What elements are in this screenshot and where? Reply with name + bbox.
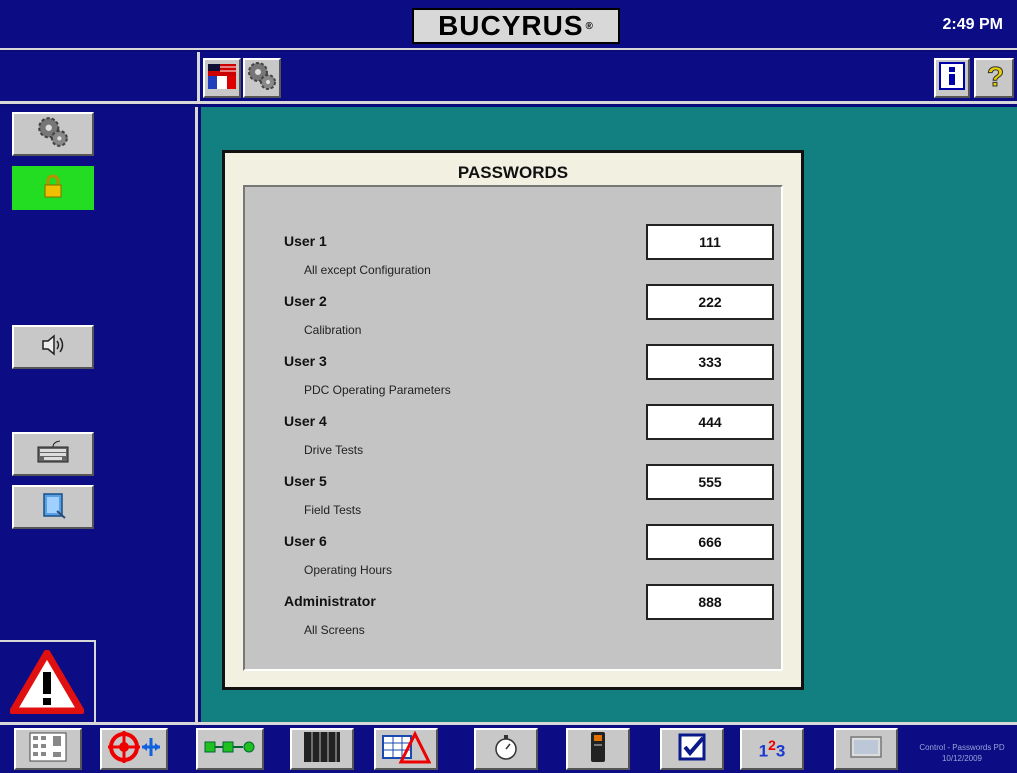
chain-icon <box>203 737 257 762</box>
sidebar-item-passwords[interactable] <box>12 166 94 210</box>
sidebar-item-settings[interactable] <box>12 112 94 156</box>
settings-button[interactable] <box>243 58 281 98</box>
language-button[interactable] <box>203 58 241 98</box>
nav-overview-button[interactable] <box>14 728 82 770</box>
footer-status: Control - Passwords PD 10/12/2009 <box>910 742 1014 764</box>
help-icon: ? <box>979 60 1009 97</box>
nav-network-button[interactable] <box>196 728 264 770</box>
passwords-list: User 1 All except Configuration 111 User… <box>243 185 783 671</box>
alarm-area <box>0 640 96 722</box>
footer-screen-name: Control - Passwords PD <box>919 743 1005 752</box>
passwords-panel: PASSWORDS User 1 All except Configuratio… <box>222 150 804 690</box>
gears-icon <box>36 115 70 154</box>
keyboard-icon <box>36 439 70 470</box>
user-label: User 2 <box>284 293 327 309</box>
password-field-user1[interactable]: 111 <box>646 224 774 260</box>
nav-alarm-log-button[interactable] <box>374 728 438 770</box>
nav-motion-button[interactable] <box>100 728 168 770</box>
gears-icon <box>246 60 278 97</box>
language-flag-icon <box>207 61 237 96</box>
logo-text: BUCYRUS <box>438 10 584 41</box>
password-field-user5[interactable]: 555 <box>646 464 774 500</box>
user-description: All except Configuration <box>304 263 431 277</box>
footer-date: 10/12/2009 <box>941 754 983 763</box>
user-description: Field Tests <box>304 503 362 517</box>
user-label: User 1 <box>284 233 327 249</box>
alarm-warning-button[interactable] <box>9 649 85 719</box>
toolbar <box>0 52 1017 104</box>
info-icon <box>938 61 966 96</box>
user-label: User 3 <box>284 353 327 369</box>
password-field-user4[interactable]: 444 <box>646 404 774 440</box>
screen-icon <box>849 735 883 764</box>
nav-counters-button[interactable]: 123 <box>740 728 804 770</box>
password-field-user2[interactable]: 222 <box>646 284 774 320</box>
user-description: All Screens <box>304 623 365 637</box>
password-field-user3[interactable]: 333 <box>646 344 774 380</box>
speaker-icon <box>40 332 66 363</box>
nav-cabinet-button[interactable] <box>290 728 354 770</box>
sidebar-item-sound[interactable] <box>12 325 94 369</box>
user-label: User 4 <box>284 413 327 429</box>
nav-device-button[interactable] <box>566 728 630 770</box>
toolbar-divider <box>197 52 200 104</box>
user-description: Operating Hours <box>304 563 393 577</box>
user-description: PDC Operating Parameters <box>304 383 451 397</box>
book-icon <box>39 491 67 524</box>
logo-registered-mark: ® <box>585 20 594 32</box>
checkbox-icon <box>677 732 707 767</box>
nav-checklist-button[interactable] <box>660 728 724 770</box>
user-description: Calibration <box>304 323 362 337</box>
sidebar-item-keyboard[interactable] <box>12 432 94 476</box>
warning-icon <box>9 649 85 718</box>
help-button[interactable]: ? <box>974 58 1014 98</box>
user-description: Drive Tests <box>304 443 364 457</box>
user-label: Administrator <box>284 593 376 609</box>
chart-warning-icon <box>381 730 432 769</box>
number-one: 1 <box>758 741 769 761</box>
sidebar-item-manual[interactable] <box>12 485 94 529</box>
user-label: User 5 <box>284 473 327 489</box>
target-move-icon <box>106 730 162 769</box>
password-field-user6[interactable]: 666 <box>646 524 774 560</box>
clock: 2:49 PM <box>942 16 1003 33</box>
lock-icon <box>42 173 64 204</box>
nav-timer-button[interactable] <box>474 728 538 770</box>
nav-display-button[interactable] <box>834 728 898 770</box>
numbers-icon: 123 <box>759 737 786 762</box>
password-field-administrator[interactable]: 888 <box>646 584 774 620</box>
cabinet-icon <box>302 730 342 769</box>
handheld-device-icon <box>588 730 608 769</box>
panel-grid-icon <box>28 731 68 768</box>
info-button[interactable] <box>934 58 970 98</box>
bucyrus-logo: BUCYRUS ® <box>412 8 620 44</box>
stopwatch-icon <box>493 733 519 766</box>
svg-text:?: ? <box>987 61 1004 92</box>
user-label: User 6 <box>284 533 327 549</box>
panel-title: PASSWORDS <box>457 163 569 182</box>
number-two: 2 <box>768 736 776 753</box>
number-three: 3 <box>775 741 786 761</box>
